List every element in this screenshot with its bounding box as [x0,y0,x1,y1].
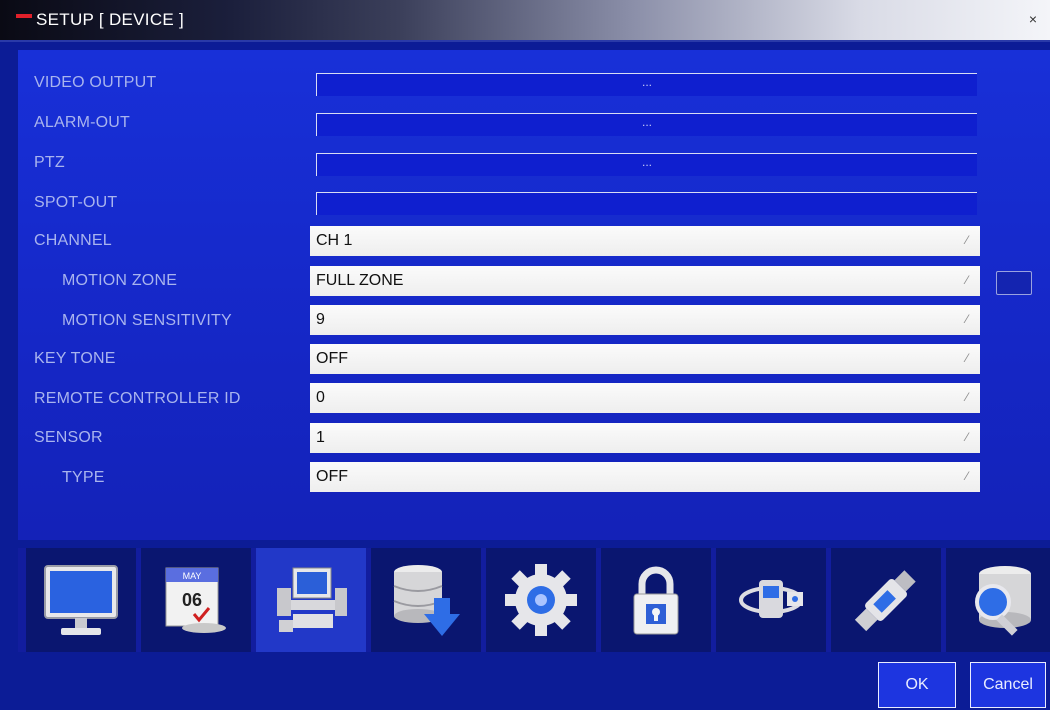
dropdown-icon: ⁄ [966,351,969,365]
label-sensor: SENSOR [34,429,103,446]
search-database-icon [975,566,1031,636]
network-icon [739,580,803,618]
menu-device[interactable] [256,548,366,652]
menu-storage[interactable] [371,548,481,652]
lock-icon [633,566,679,635]
cancel-button[interactable]: Cancel [970,662,1046,708]
channel-value: CH 1 [316,232,353,249]
label-ptz: PTZ [34,154,65,171]
label-type: TYPE [62,469,105,486]
spot-out-button[interactable] [316,192,977,215]
title-marker-icon [16,14,32,18]
remote-controller-id-value: 0 [316,389,325,406]
motion-zone-select[interactable]: FULL ZONE ⁄ [310,266,980,296]
label-channel: CHANNEL [34,232,112,249]
label-alarm-out: ALARM-OUT [34,114,131,131]
device-icon [277,567,347,632]
ptz-button[interactable]: ... [316,153,977,176]
menu-backup[interactable] [831,548,941,652]
motion-sensitivity-select[interactable]: 9 ⁄ [310,305,980,335]
close-icon[interactable]: × [1024,10,1042,28]
channel-select[interactable]: CH 1 ⁄ [310,226,980,256]
gear-icon [505,564,577,636]
label-motion-sensitivity: MOTION SENSITIVITY [62,312,232,329]
video-output-button[interactable]: ... [316,73,977,96]
key-tone-select[interactable]: OFF ⁄ [310,344,980,374]
motion-sensitivity-value: 9 [316,311,325,328]
menu-search[interactable] [946,548,1050,652]
storage-download-icon [393,565,460,636]
sensor-value: 1 [316,429,325,446]
remote-controller-id-select[interactable]: 0 ⁄ [310,383,980,413]
label-remote-controller-id: REMOTE CONTROLLER ID [34,390,241,407]
dropdown-icon: ⁄ [966,312,969,326]
label-key-tone: KEY TONE [34,350,116,367]
type-value: OFF [316,468,348,485]
window-title: SETUP [ DEVICE ] [36,10,185,29]
usb-icon [854,570,916,632]
type-select[interactable]: OFF ⁄ [310,462,980,492]
sensor-select[interactable]: 1 ⁄ [310,423,980,453]
calendar-icon: MAY 06 [165,567,226,633]
menu-network[interactable] [716,548,826,652]
menu-display[interactable] [26,548,136,652]
menu-security[interactable] [601,548,711,652]
calendar-month: MAY [183,571,202,581]
dropdown-icon: ⁄ [966,273,969,287]
key-tone-value: OFF [316,350,348,367]
title-bar: SETUP [ DEVICE ] × [0,0,1050,42]
label-motion-zone: MOTION ZONE [62,272,178,289]
dropdown-icon: ⁄ [966,469,969,483]
dropdown-icon: ⁄ [966,390,969,404]
menu-icon-bar: MAY 06 [18,548,1050,652]
calendar-day: 06 [182,590,202,610]
menu-schedule[interactable]: MAY 06 [141,548,251,652]
monitor-icon [44,565,118,635]
menu-system[interactable] [486,548,596,652]
dropdown-icon: ⁄ [966,430,969,444]
label-spot-out: SPOT-OUT [34,194,118,211]
dropdown-icon: ⁄ [966,233,969,247]
motion-zone-edit-button[interactable] [996,271,1032,295]
ok-button[interactable]: OK [878,662,956,708]
label-video-output: VIDEO OUTPUT [34,74,157,91]
motion-zone-value: FULL ZONE [316,272,404,289]
alarm-out-button[interactable]: ... [316,113,977,136]
